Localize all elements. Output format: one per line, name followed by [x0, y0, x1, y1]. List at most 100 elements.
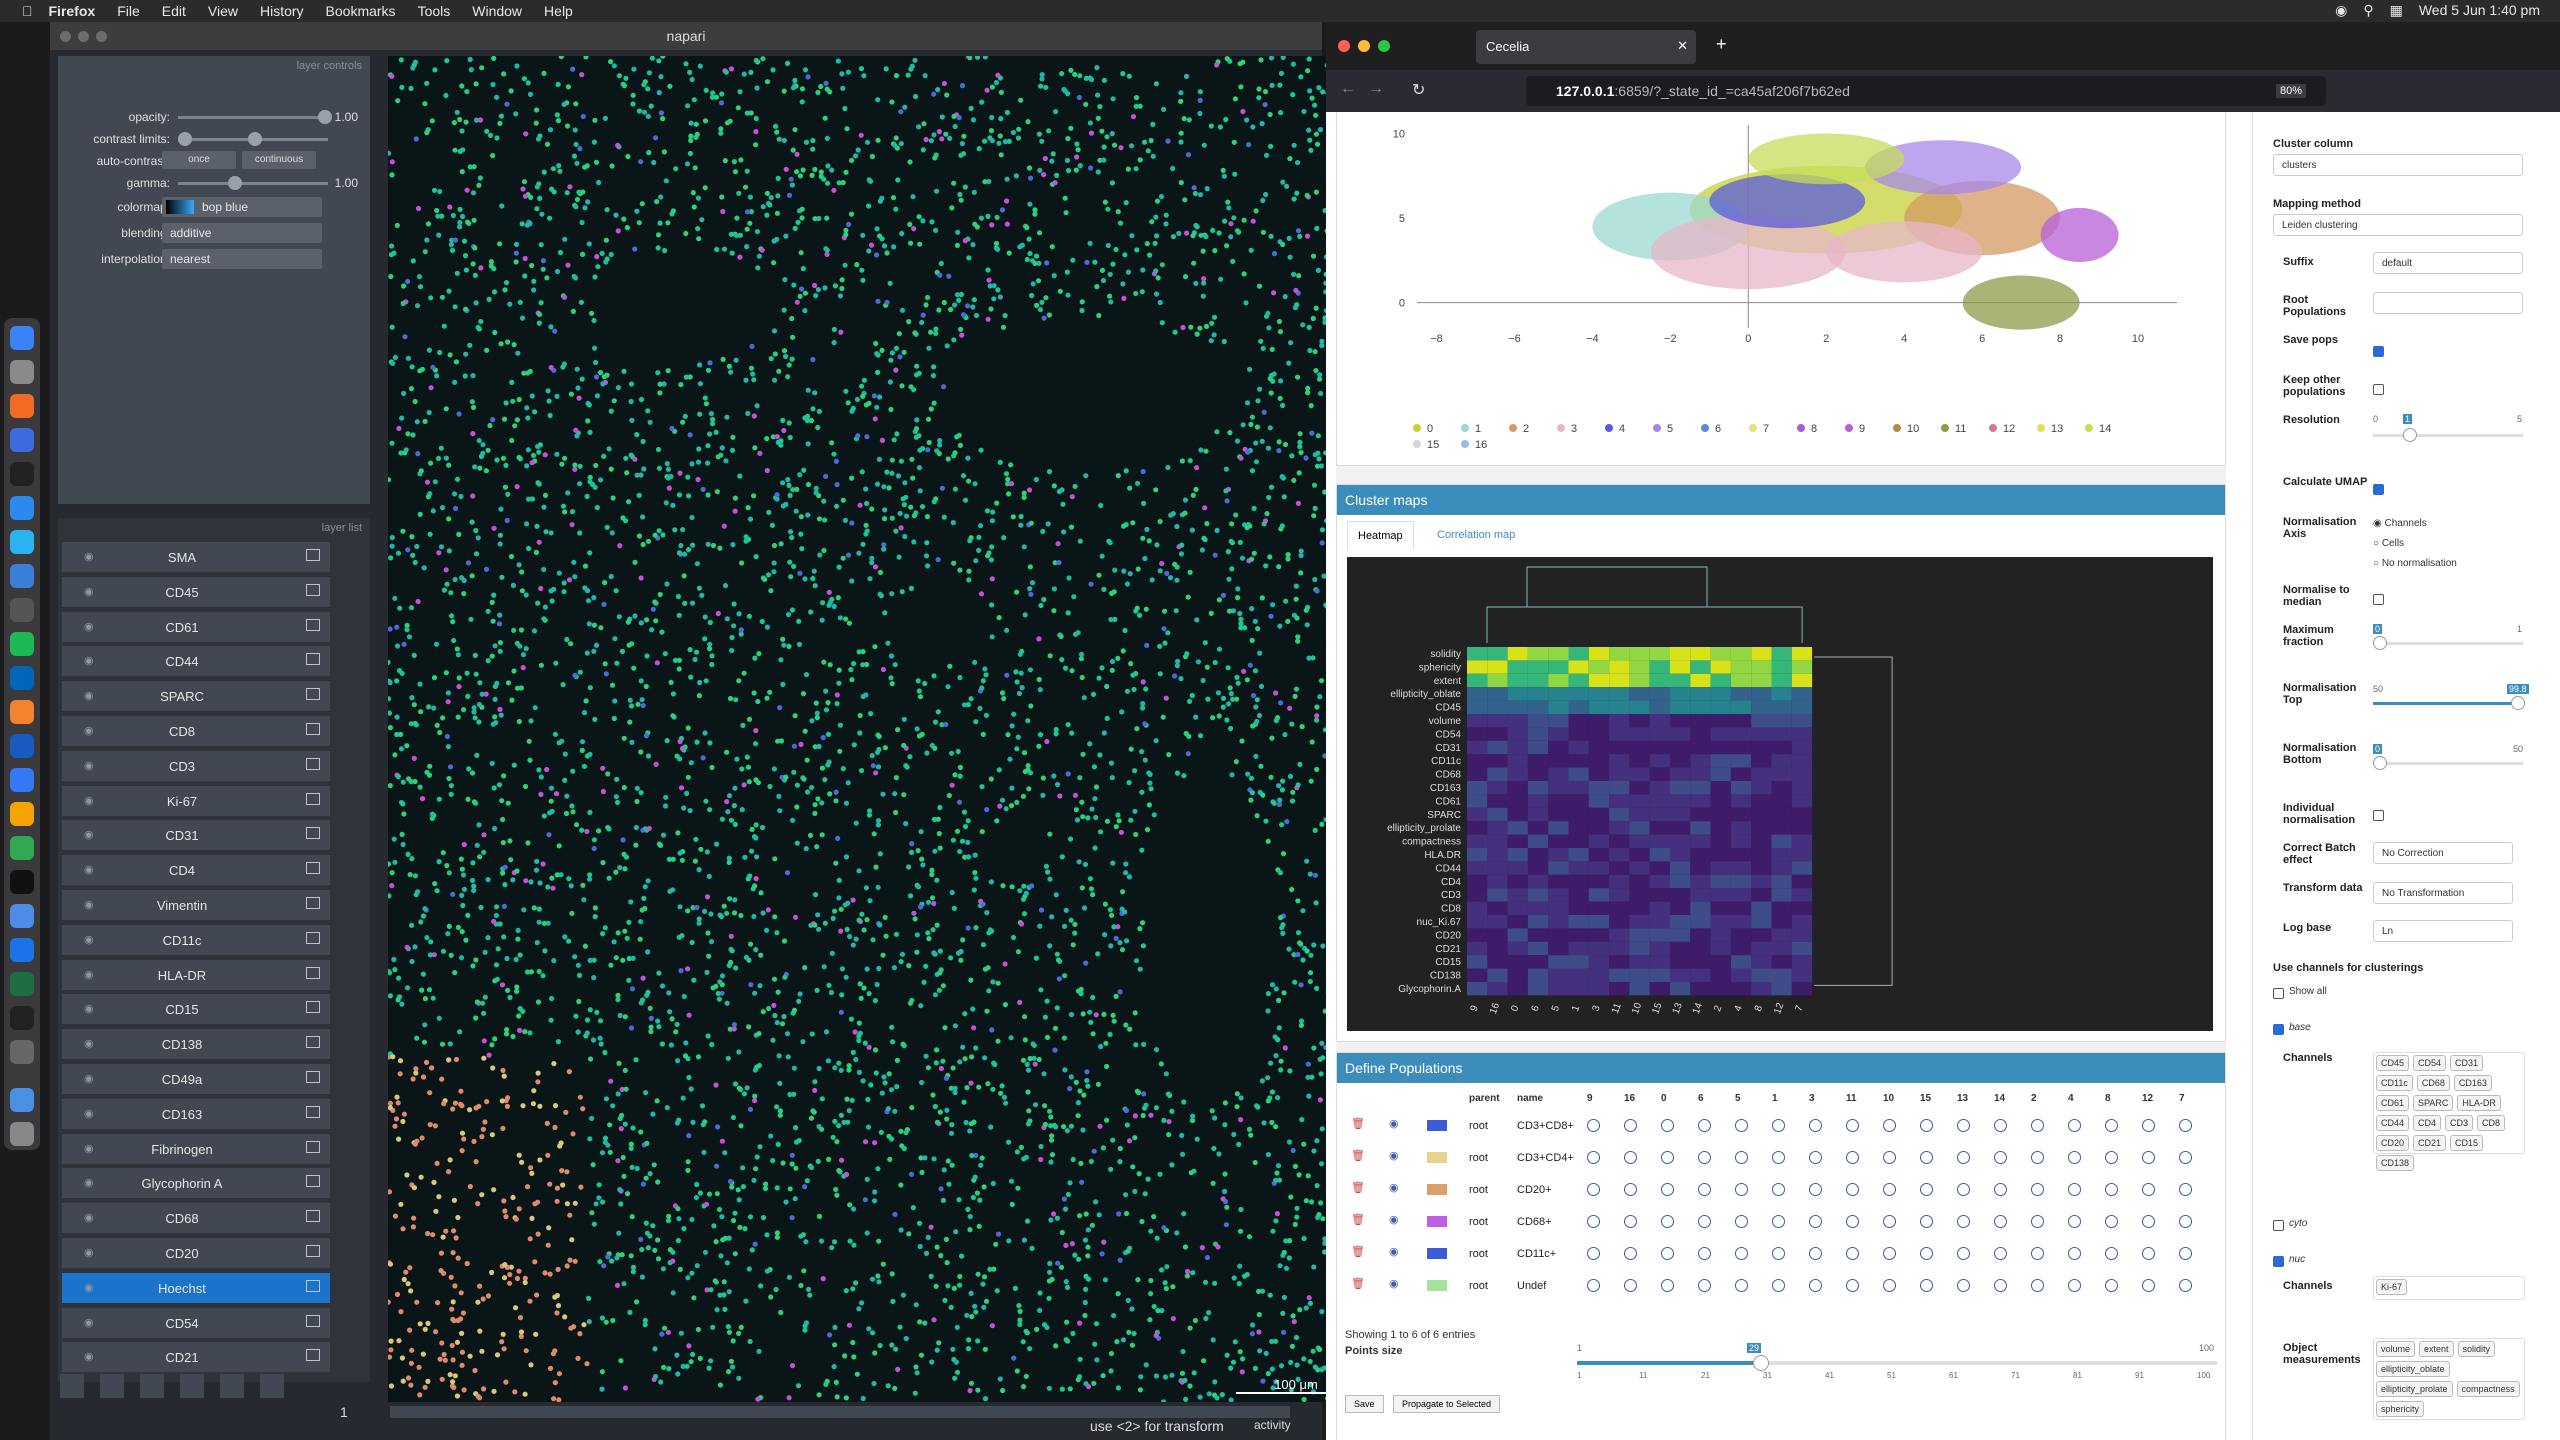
once-button[interactable]: once	[162, 151, 236, 169]
menu-view[interactable]: View	[208, 3, 238, 19]
visibility-icon[interactable]: ◉	[84, 1211, 94, 1224]
layer-item[interactable]: ◉ Vimentin	[62, 890, 330, 920]
visibility-icon[interactable]: ◉	[84, 1142, 94, 1155]
wifi-icon[interactable]: ◉	[2335, 2, 2347, 19]
visibility-icon[interactable]: ◉	[84, 828, 94, 841]
layer-item[interactable]: ◉ CD4	[62, 855, 330, 886]
layer-item[interactable]: ◉ CD3	[62, 750, 330, 781]
app-icon[interactable]	[10, 802, 34, 826]
app-icon[interactable]	[10, 666, 34, 690]
visibility-icon[interactable]: ◉	[84, 1246, 94, 1259]
app-icon[interactable]	[10, 904, 34, 928]
visibility-icon[interactable]: ◉	[84, 759, 94, 772]
layer-item[interactable]: ◉ Ki-67	[62, 785, 330, 816]
visibility-icon[interactable]: ◉	[84, 1002, 94, 1015]
apple-icon[interactable]: 	[22, 3, 33, 19]
app-icon[interactable]	[10, 496, 34, 520]
app-icon[interactable]	[10, 598, 34, 622]
word-icon[interactable]	[10, 734, 34, 758]
close-window-button[interactable]	[60, 31, 71, 42]
settings-icon[interactable]	[10, 360, 34, 384]
visibility-icon[interactable]: ◉	[84, 1176, 94, 1189]
image-canvas[interactable]: 100 μm	[388, 56, 1370, 1402]
trash-icon[interactable]	[10, 1122, 34, 1146]
menubar-clock[interactable]: Wed 5 Jun 1:40 pm	[2419, 2, 2540, 19]
app-icon[interactable]	[10, 530, 34, 554]
excel-icon[interactable]	[10, 972, 34, 996]
visibility-icon[interactable]: ◉	[84, 724, 94, 737]
continuous-button[interactable]: continuous	[242, 151, 316, 169]
visibility-icon[interactable]: ◉	[84, 689, 94, 702]
minimize-window-button[interactable]	[78, 31, 89, 42]
visibility-icon[interactable]: ◉	[84, 1281, 94, 1294]
opacity-slider[interactable]	[178, 110, 332, 124]
visibility-icon[interactable]: ◉	[84, 794, 94, 807]
app-icon[interactable]	[10, 564, 34, 588]
layer-item[interactable]: ◉ Hoechst	[62, 1272, 330, 1303]
visibility-icon[interactable]: ◉	[84, 654, 94, 667]
visibility-icon[interactable]: ◉	[84, 620, 94, 633]
contrast-min-knob[interactable]	[178, 132, 192, 146]
visibility-icon[interactable]: ◉	[84, 1107, 94, 1120]
visibility-icon[interactable]: ◉	[84, 1316, 94, 1329]
interpolation-select[interactable]: nearest	[162, 249, 322, 269]
app-icon[interactable]	[10, 768, 34, 792]
layer-item[interactable]: ◉ Glycophorin A	[62, 1168, 330, 1199]
visibility-icon[interactable]: ◉	[84, 898, 94, 911]
menu-tools[interactable]: Tools	[418, 3, 451, 19]
app-icon[interactable]	[10, 1040, 34, 1064]
app-icon[interactable]	[10, 836, 34, 860]
search-icon[interactable]: ⚲	[2363, 2, 2373, 19]
visibility-icon[interactable]: ◉	[84, 933, 94, 946]
app-icon[interactable]	[10, 870, 34, 894]
menu-bookmarks[interactable]: Bookmarks	[326, 3, 396, 19]
menu-window[interactable]: Window	[472, 3, 522, 19]
layer-item[interactable]: ◉ CD68	[62, 1203, 330, 1234]
layer-item[interactable]: ◉ CD20	[62, 1238, 330, 1268]
visibility-icon[interactable]: ◉	[84, 550, 94, 563]
menu-history[interactable]: History	[260, 3, 304, 19]
visibility-icon[interactable]: ◉	[84, 863, 94, 876]
layer-item[interactable]: ◉ CD163	[62, 1098, 330, 1129]
menu-file[interactable]: File	[117, 3, 140, 19]
menu-app-name[interactable]: Firefox	[49, 3, 96, 19]
layer-item[interactable]: ◉ Fibrinogen	[62, 1133, 330, 1164]
contrast-max-knob[interactable]	[248, 132, 262, 146]
visibility-icon[interactable]: ◉	[84, 585, 94, 598]
layer-item[interactable]: ◉ HLA-DR	[62, 959, 330, 990]
gamma-slider[interactable]	[178, 176, 328, 190]
zoom-window-button[interactable]	[96, 31, 107, 42]
layer-item[interactable]: ◉ CD45	[62, 576, 330, 607]
layer-item[interactable]: ◉ CD49a	[62, 1064, 330, 1094]
gamma-knob[interactable]	[228, 176, 242, 190]
menu-help[interactable]: Help	[544, 3, 573, 19]
drive-icon[interactable]	[10, 938, 34, 962]
visibility-icon[interactable]: ◉	[84, 1037, 94, 1050]
layer-item[interactable]: ◉ CD15	[62, 994, 330, 1025]
layer-item[interactable]: ◉ CD8	[62, 716, 330, 746]
blending-select[interactable]: additive	[162, 223, 322, 243]
layer-item[interactable]: ◉ CD54	[62, 1307, 330, 1338]
layer-item[interactable]: ◉ CD138	[62, 1029, 330, 1060]
layer-item[interactable]: ◉ CD31	[62, 820, 330, 851]
app-icon[interactable]	[10, 1006, 34, 1030]
visibility-icon[interactable]: ◉	[84, 968, 94, 981]
terminal-icon[interactable]	[10, 462, 34, 486]
app-icon[interactable]	[10, 700, 34, 724]
layer-item[interactable]: ◉ CD11c	[62, 924, 330, 955]
control-center-icon[interactable]: ▦	[2390, 2, 2403, 19]
firefox-icon[interactable]	[10, 394, 34, 418]
layer-item[interactable]: ◉ CD44	[62, 646, 330, 677]
layer-item[interactable]: ◉ CD21	[62, 1342, 330, 1373]
spotify-icon[interactable]	[10, 632, 34, 656]
folder-icon[interactable]	[10, 1088, 34, 1112]
opacity-knob[interactable]	[318, 110, 332, 124]
layer-item[interactable]: ◉ CD61	[62, 611, 330, 642]
app-icon[interactable]	[10, 428, 34, 452]
visibility-icon[interactable]: ◉	[84, 1350, 94, 1363]
layer-item[interactable]: ◉ SPARC	[62, 681, 330, 712]
menu-edit[interactable]: Edit	[162, 3, 186, 19]
contrast-slider[interactable]	[178, 132, 328, 146]
layer-item[interactable]: ◉ SMA	[62, 542, 330, 572]
visibility-icon[interactable]: ◉	[84, 1072, 94, 1085]
